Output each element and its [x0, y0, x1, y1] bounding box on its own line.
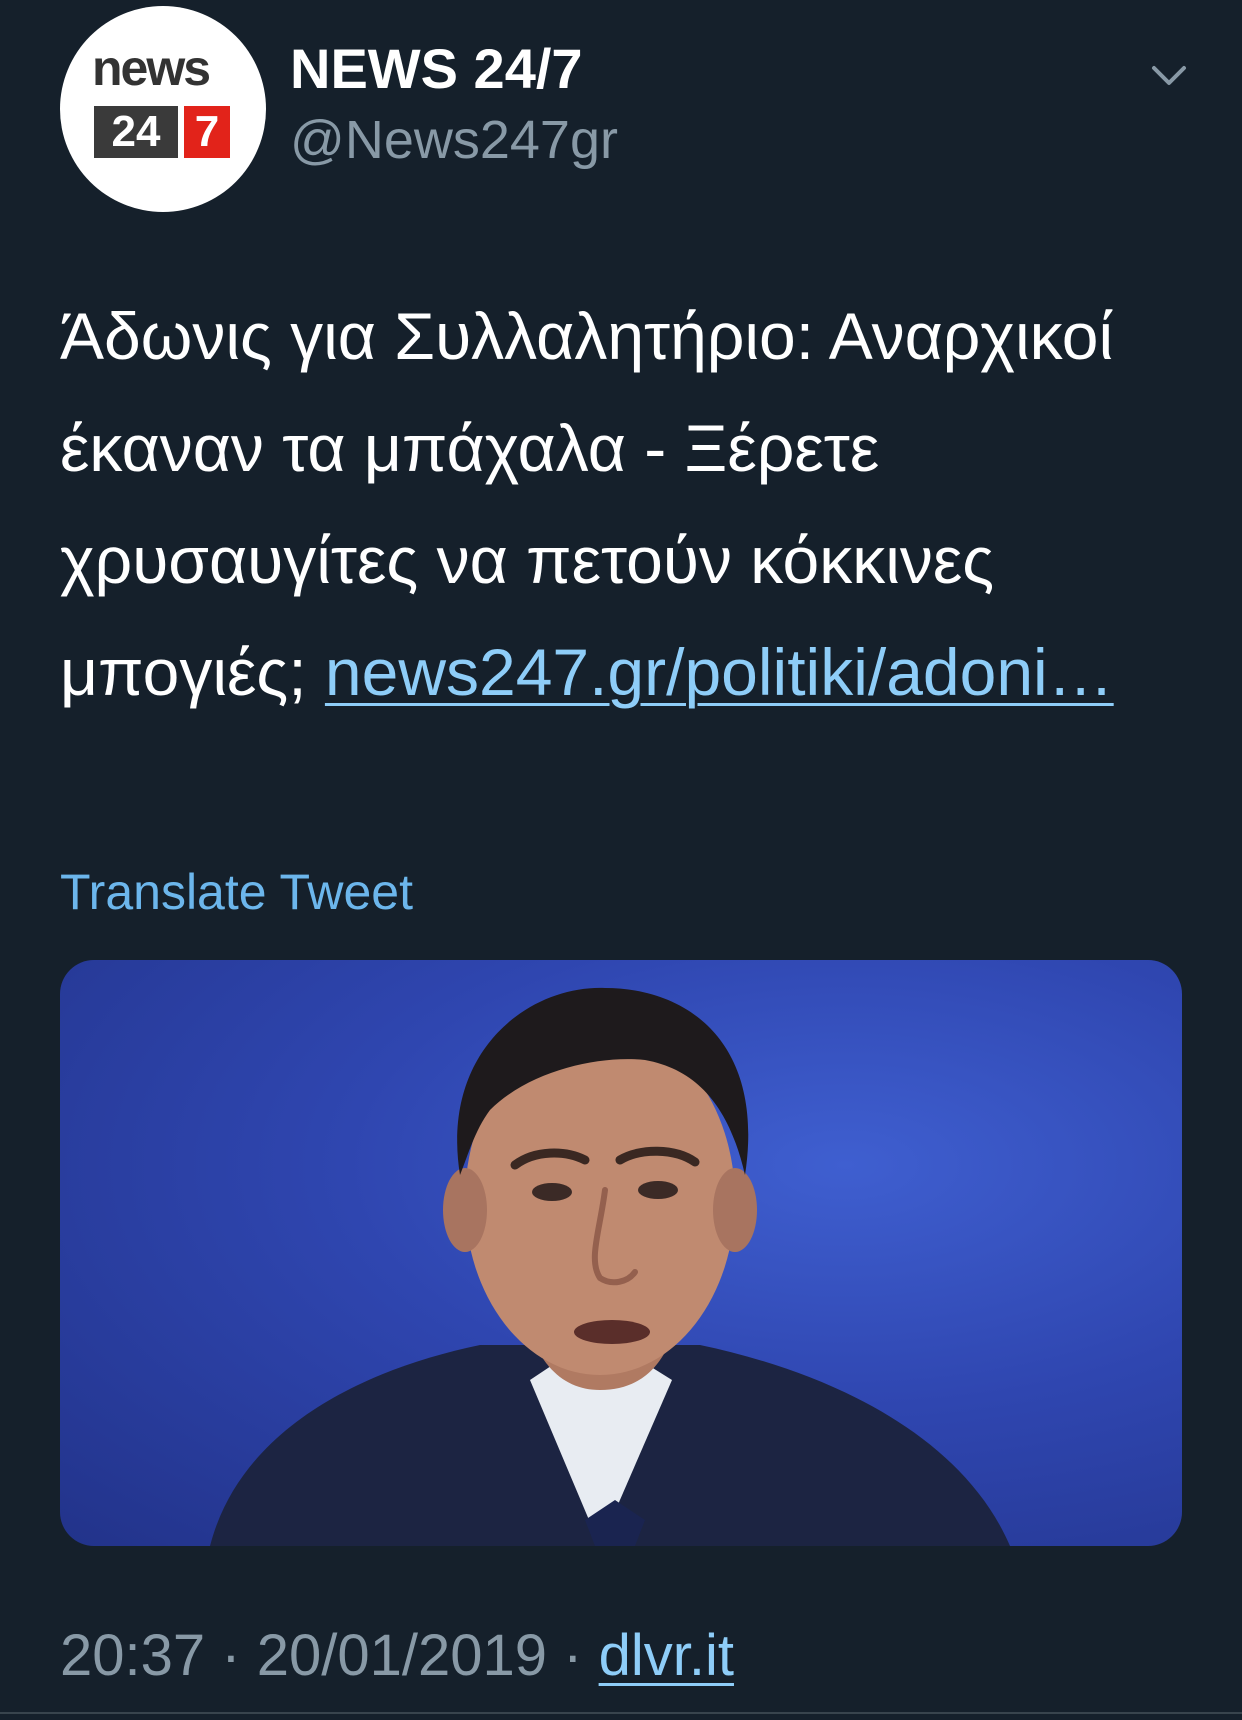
tweet-link[interactable]: news247.gr/politiki/adoni…: [325, 635, 1114, 709]
portrait-illustration: [210, 987, 1010, 1546]
tweet-time: 20:37: [60, 1623, 206, 1688]
meta-separator: ·: [563, 1623, 583, 1688]
tweet-media-image[interactable]: [60, 960, 1182, 1546]
tweet-text: Άδωνις για Συλλαλητήριο: Αναρχικοί έκανα…: [60, 280, 1200, 728]
logo-number: 24 7: [94, 106, 230, 158]
logo-number-7: 7: [184, 106, 230, 158]
display-name[interactable]: NEWS 24/7: [290, 36, 583, 102]
tweet-date: 20/01/2019: [256, 1623, 548, 1688]
translate-tweet-link[interactable]: Translate Tweet: [60, 862, 413, 922]
logo-number-24: 24: [94, 106, 178, 158]
divider: [0, 1712, 1242, 1714]
tweet-meta: 20:37 · 20/01/2019 · dlvr.it: [60, 1622, 734, 1690]
tweet-source-link[interactable]: dlvr.it: [599, 1623, 734, 1688]
logo-word: news: [92, 40, 211, 96]
tweet: news 24 7 NEWS 24/7 @News247gr Άδωνις γι…: [0, 0, 1242, 1720]
meta-separator: ·: [221, 1623, 241, 1688]
chevron-down-icon[interactable]: [1146, 56, 1192, 96]
user-handle[interactable]: @News247gr: [290, 108, 618, 172]
avatar[interactable]: news 24 7: [60, 6, 266, 212]
